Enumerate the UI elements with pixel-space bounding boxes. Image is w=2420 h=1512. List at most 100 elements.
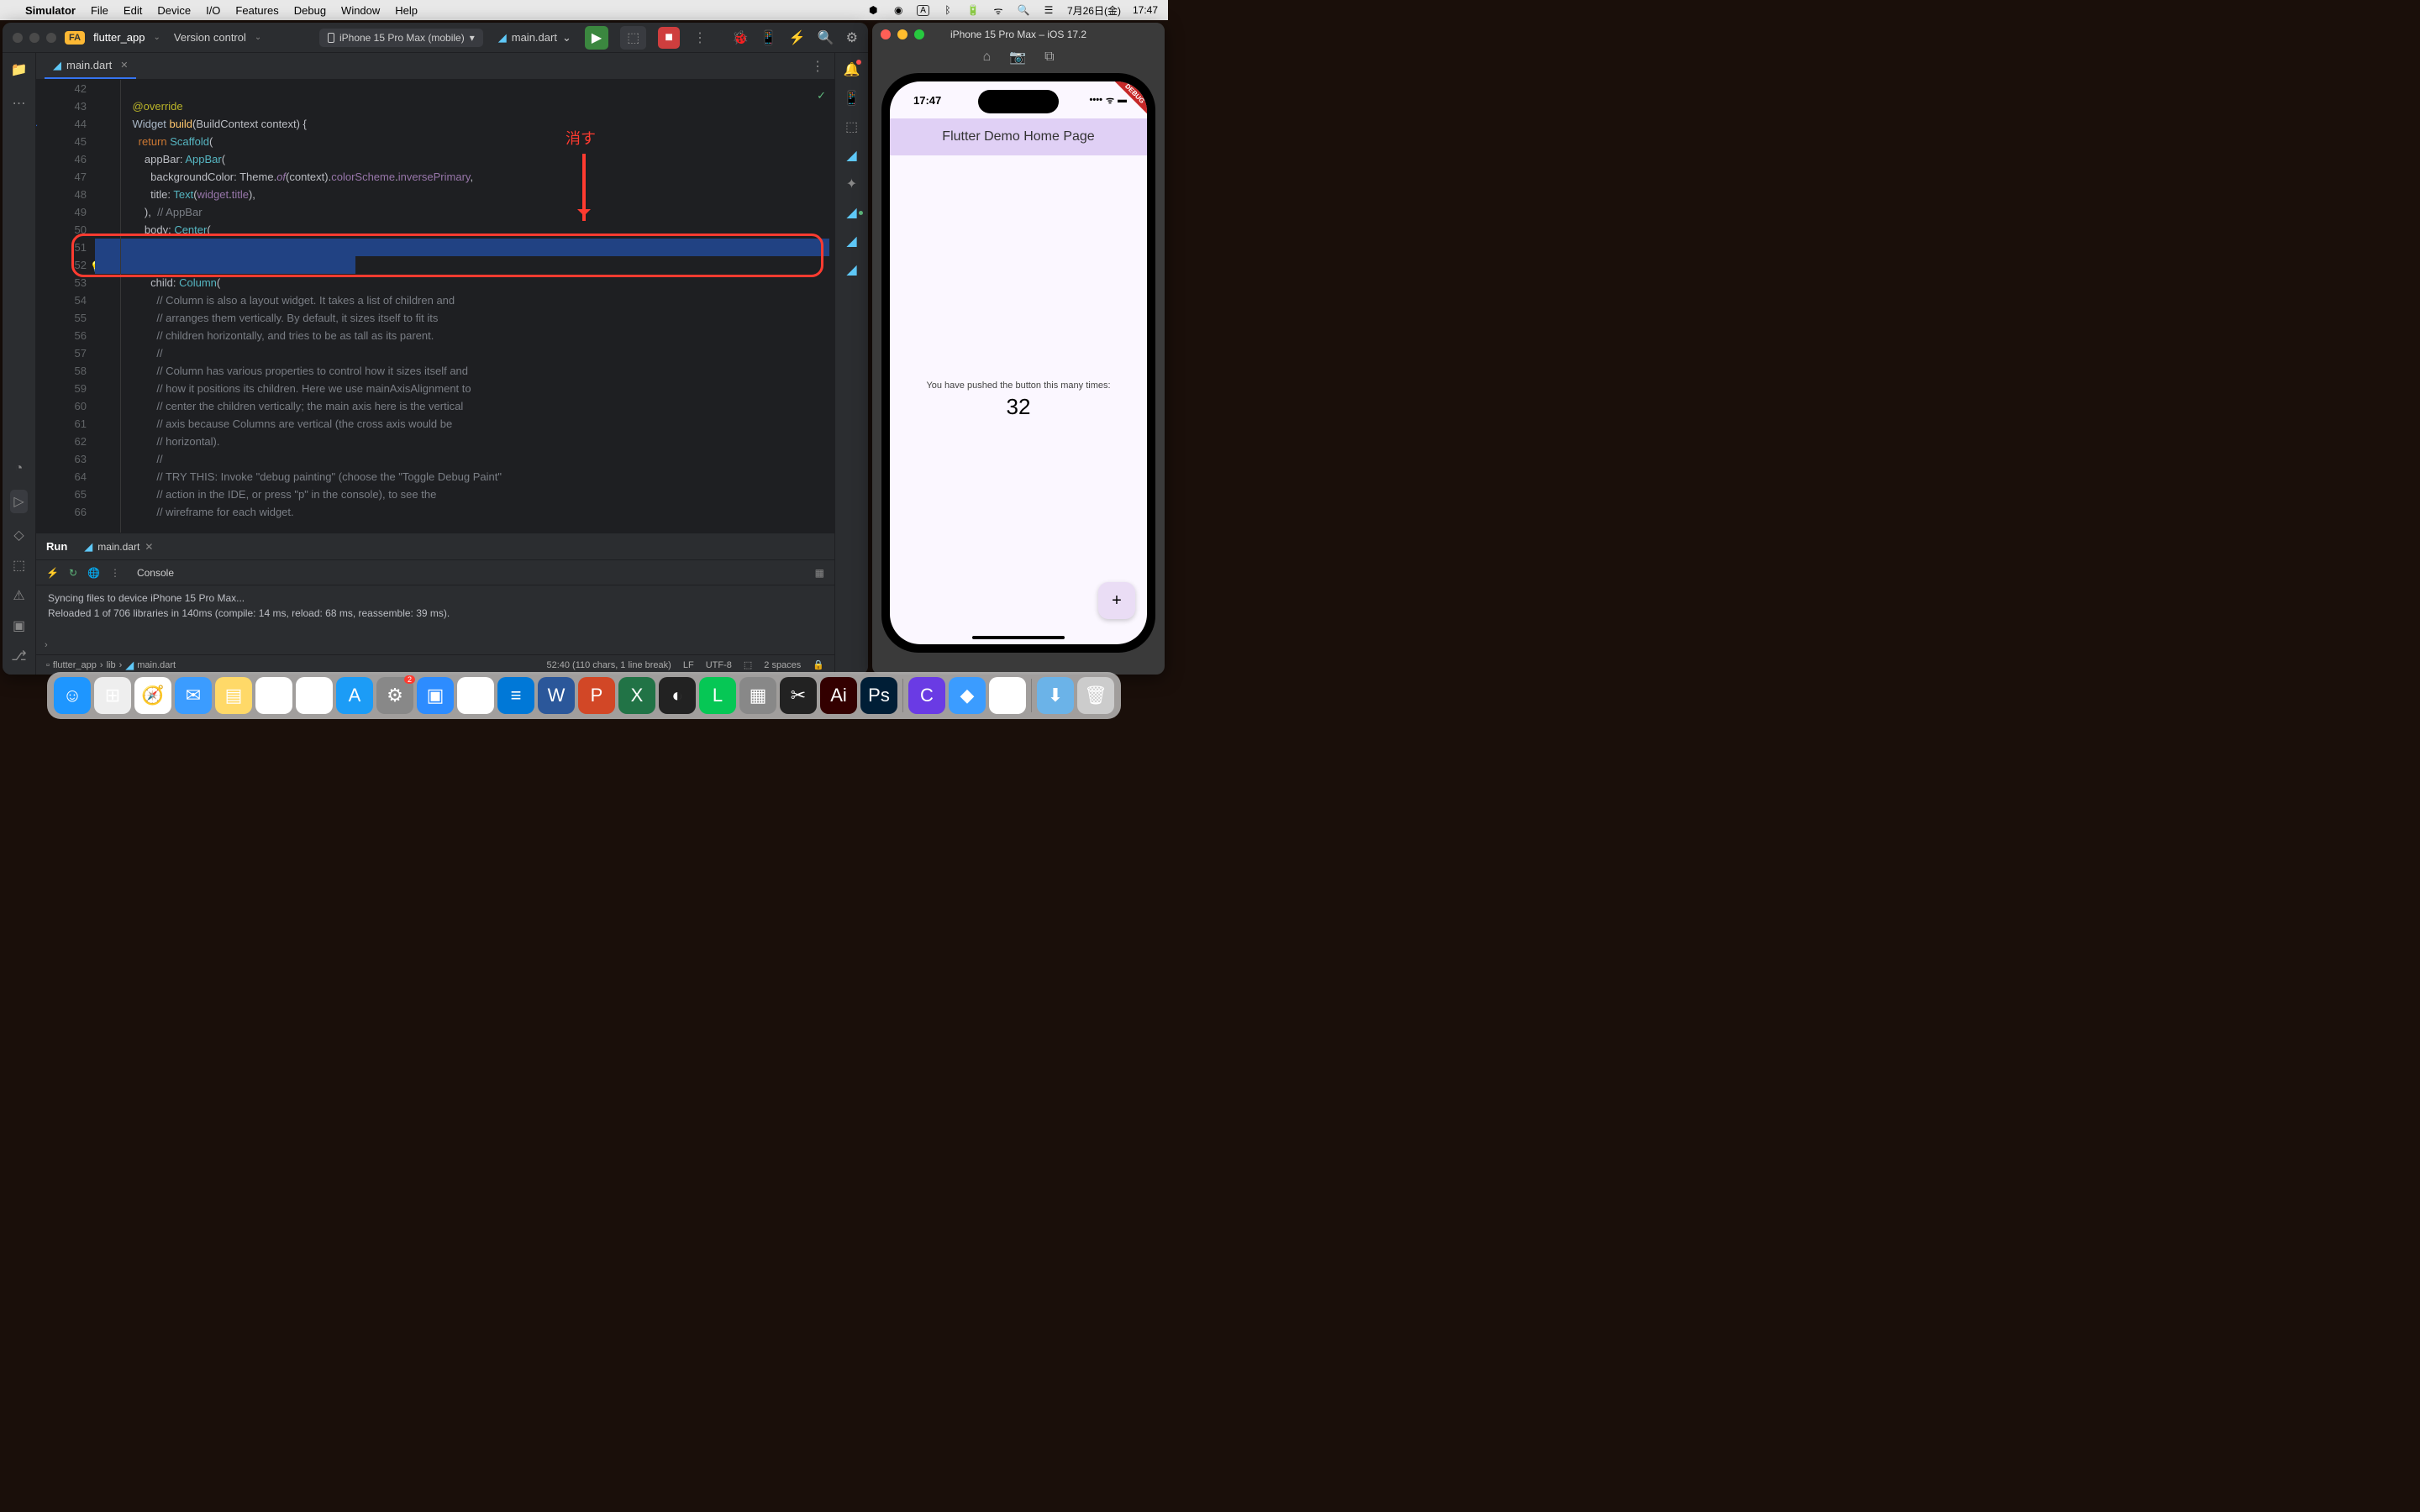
run-tool-icon[interactable]: ▷ <box>10 490 27 513</box>
dock-app-finder[interactable]: ☺ <box>54 677 91 714</box>
flutter-inspector-icon[interactable]: ◢ <box>846 147 856 164</box>
dock-app-photoshop[interactable]: Ps <box>860 677 897 714</box>
dock-app-xcode[interactable]: ⚒ <box>989 677 1026 714</box>
dock-app-settings[interactable]: ⚙2 <box>376 677 413 714</box>
emulator-icon[interactable]: ⬚ <box>845 118 858 135</box>
dock-app-mail[interactable]: ✉ <box>175 677 212 714</box>
menubar-date[interactable]: 7月26日(金) <box>1067 3 1121 18</box>
wifi-icon[interactable]: ᯤ <box>992 3 1005 17</box>
editor-tabs-more-icon[interactable]: ⋮ <box>811 58 824 75</box>
close-tab-icon[interactable]: ✕ <box>120 60 128 71</box>
dock-app-app2[interactable]: ◆ <box>949 677 986 714</box>
code-line[interactable]: // axis because Columns are vertical (th… <box>120 415 834 433</box>
run-panel-label[interactable]: Run <box>46 540 67 553</box>
code-line[interactable]: // Column has various properties to cont… <box>120 362 834 380</box>
code-line[interactable]: appBar: AppBar( <box>120 150 834 168</box>
layout-icon[interactable]: ▦ <box>815 567 824 579</box>
dock-app-illustrator[interactable]: Ai <box>820 677 857 714</box>
dock-app-figma[interactable]: ◐ <box>659 677 696 714</box>
dock-app-downloads[interactable]: ⬇ <box>1037 677 1074 714</box>
code-line[interactable]: // <box>120 344 834 362</box>
console-output[interactable]: Syncing files to device iPhone 15 Pro Ma… <box>36 585 834 636</box>
favorites-icon[interactable]: ◇ <box>13 527 24 543</box>
cursor-position[interactable]: 52:40 (110 chars, 1 line break) <box>546 660 671 670</box>
iphone-screen[interactable]: DEBUG 17:47 •••• ᯤ ▬ Flutter Demo Home P… <box>890 81 1147 644</box>
code-editor[interactable]: 424344⟳4546474849505152💡5354555657585960… <box>36 80 834 533</box>
more-actions-icon[interactable]: ⋮ <box>693 29 707 46</box>
run-button[interactable]: ▶ <box>585 26 608 50</box>
code-line[interactable]: // TRY THIS: Invoke "debug painting" (ch… <box>120 468 834 486</box>
analysis-ok-icon[interactable]: ✓ <box>817 87 826 104</box>
device-manager-icon[interactable]: 📱 <box>844 90 860 107</box>
code-line[interactable]: // action in the IDE, or press "p" in th… <box>120 486 834 503</box>
notifications-icon[interactable]: 🔔 <box>844 61 860 78</box>
expand-console-icon[interactable]: › <box>45 640 48 650</box>
settings-icon[interactable]: ⚙ <box>846 29 858 46</box>
breadcrumb-file[interactable]: main.dart <box>137 660 176 670</box>
code-line[interactable]: // wireframe for each widget. <box>120 503 834 521</box>
dock-app-canva[interactable]: C <box>908 677 945 714</box>
dock-app-slack[interactable]: ✱ <box>457 677 494 714</box>
flutter-devtools-icon[interactable]: ◢ <box>846 261 856 278</box>
debug-button[interactable]: ⬚ <box>620 26 646 50</box>
problems-icon[interactable]: ⚠ <box>13 587 24 604</box>
project-tool-icon[interactable]: 📁 <box>11 61 28 78</box>
stop-button[interactable]: ■ <box>658 27 680 49</box>
code-line[interactable]: return Scaffold( <box>120 133 834 150</box>
menubar-extra-icon[interactable]: ⬢ <box>866 3 880 17</box>
menu-features[interactable]: Features <box>235 4 278 17</box>
editor-tab-main[interactable]: ◢ main.dart ✕ <box>45 54 136 79</box>
lock-icon[interactable]: 🔒 <box>813 659 824 670</box>
code-line[interactable]: // Column is also a layout widget. It ta… <box>120 291 834 309</box>
gemini-icon[interactable]: ✦ <box>846 176 857 192</box>
input-method-indicator[interactable]: A <box>917 5 929 16</box>
spotlight-icon[interactable]: 🔍 <box>1017 3 1030 17</box>
bluetooth-icon[interactable]: ᛒ <box>941 3 955 17</box>
dock-app-preview[interactable]: ▦ <box>739 677 776 714</box>
project-dropdown-icon[interactable]: ⌄ <box>154 33 160 42</box>
run-configuration[interactable]: ◢ main.dart ⌄ <box>498 31 571 45</box>
flutter-outline-icon[interactable]: ◔ <box>15 461 24 476</box>
hot-restart-icon[interactable]: ↻ <box>69 567 77 579</box>
code-line[interactable]: child: Column( <box>120 274 834 291</box>
breadcrumb[interactable]: ▫ flutter_app › lib › ◢ main.dart <box>46 659 176 672</box>
menu-edit[interactable]: Edit <box>124 4 142 17</box>
code-line[interactable]: // horizontal). <box>120 433 834 450</box>
menubar-screenrec-icon[interactable]: ◉ <box>892 3 905 17</box>
menu-file[interactable]: File <box>91 4 108 17</box>
code-line[interactable]: title: Text(widget.title), <box>120 186 834 203</box>
dock-app-notes[interactable]: ▤ <box>215 677 252 714</box>
code-line[interactable]: // how it positions its children. Here w… <box>120 380 834 397</box>
devtools-icon[interactable]: 🌐 <box>87 567 100 579</box>
debug-tool-icon[interactable]: 🐞 <box>732 29 749 46</box>
control-center-icon[interactable]: ☰ <box>1042 3 1055 17</box>
hot-reload-icon[interactable]: ⚡ <box>46 567 59 579</box>
home-indicator[interactable] <box>972 636 1065 639</box>
sim-copy-icon[interactable]: ⧉ <box>1044 50 1054 65</box>
dock-app-powerpoint[interactable]: P <box>578 677 615 714</box>
file-encoding[interactable]: UTF-8 <box>706 660 732 670</box>
sim-traffic-lights[interactable] <box>881 29 924 39</box>
device-selector[interactable]: iPhone 15 Pro Max (mobile) ▾ <box>319 29 483 47</box>
menu-io[interactable]: I/O <box>206 4 220 17</box>
code-line[interactable]: // children horizontally, and tries to b… <box>120 327 834 344</box>
menu-window[interactable]: Window <box>341 4 380 17</box>
search-icon[interactable]: 🔍 <box>818 29 834 46</box>
vcs-dropdown-icon[interactable]: ⌄ <box>255 33 261 42</box>
dock-app-line[interactable]: L <box>699 677 736 714</box>
dock-app-excel[interactable]: X <box>618 677 655 714</box>
battery-icon[interactable]: 🔋 <box>966 3 980 17</box>
project-name[interactable]: flutter_app <box>93 31 145 44</box>
breadcrumb-lib[interactable]: lib <box>107 660 116 670</box>
dock-app-launchpad[interactable]: ⊞ <box>94 677 131 714</box>
dock-app-appstore[interactable]: A <box>336 677 373 714</box>
code-line[interactable] <box>120 80 834 97</box>
structure-tool-icon[interactable]: ⋯ <box>13 95 26 112</box>
code-line[interactable]: // arranges them vertically. By default,… <box>120 309 834 327</box>
line-separator[interactable]: LF <box>683 660 694 670</box>
flutter-outline-icon[interactable]: ◢ <box>846 233 856 249</box>
menubar-time[interactable]: 17:47 <box>1133 4 1158 16</box>
dock-app-fcpx[interactable]: ✂ <box>780 677 817 714</box>
code-line[interactable]: // center the children vertically; the m… <box>120 397 834 415</box>
dock-app-zoom[interactable]: ▣ <box>417 677 454 714</box>
